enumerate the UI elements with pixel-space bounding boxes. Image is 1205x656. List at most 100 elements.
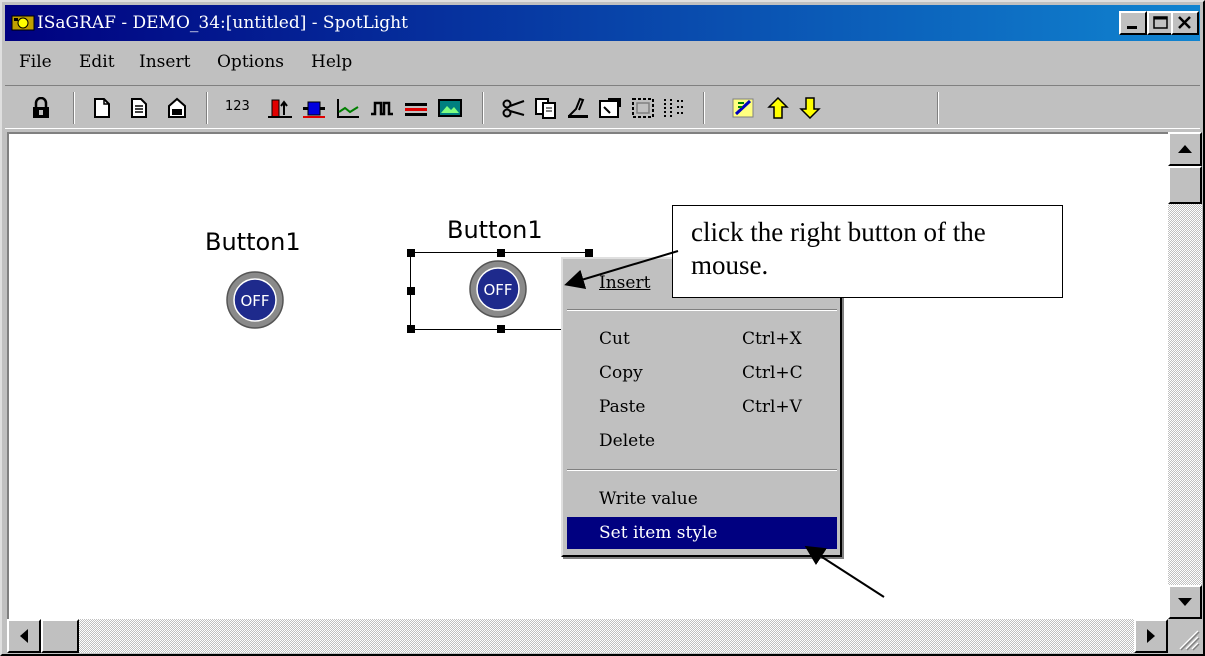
grid-icon xyxy=(664,99,685,117)
bar-graph-button[interactable] xyxy=(265,93,295,123)
resize-handle[interactable] xyxy=(497,249,505,257)
menu-item-label: Set item style xyxy=(599,523,718,543)
save-document-icon xyxy=(168,97,186,118)
off-button-state: OFF xyxy=(483,281,512,299)
lock-icon xyxy=(33,97,49,118)
open-document-icon xyxy=(131,98,147,118)
paste-button[interactable] xyxy=(563,93,593,123)
horizontal-bars-button[interactable] xyxy=(401,93,431,123)
menu-insert[interactable]: Insert xyxy=(139,52,190,72)
select-area-button[interactable] xyxy=(628,93,658,123)
menu-item-label: Insert xyxy=(599,273,651,293)
menu-item-shortcut: Ctrl+V xyxy=(742,397,802,417)
minimize-button[interactable] xyxy=(1119,11,1147,35)
close-icon xyxy=(1178,16,1191,29)
arrow-right-icon xyxy=(1147,629,1155,643)
arrow-left-icon xyxy=(20,629,28,643)
menu-item-label: Copy xyxy=(599,363,643,383)
context-menu-set-item-style[interactable]: Set item style xyxy=(567,517,837,549)
button-label-selected: Button1 xyxy=(447,216,543,244)
off-button-widget-selected[interactable]: OFF xyxy=(468,259,528,319)
picture-button[interactable] xyxy=(435,93,465,123)
properties-button[interactable] xyxy=(595,93,625,123)
picture-icon xyxy=(438,99,462,117)
copy-button[interactable] xyxy=(531,93,561,123)
size-grip-icon xyxy=(1179,630,1200,651)
save-document-button[interactable] xyxy=(163,93,193,123)
window-title: ISaGRAF - DEMO_34:[untitled] - SpotLight xyxy=(37,13,408,33)
context-menu-copy[interactable]: Copy Ctrl+C xyxy=(567,357,837,389)
size-grip[interactable] xyxy=(1168,619,1202,653)
properties-icon xyxy=(599,98,621,118)
off-button-state: OFF xyxy=(240,292,269,310)
vertical-scroll-thumb[interactable] xyxy=(1168,166,1202,204)
menu-item-label: Paste xyxy=(599,397,646,417)
menu-separator xyxy=(567,309,837,311)
minimize-icon xyxy=(1127,26,1137,29)
slider-icon xyxy=(303,101,325,118)
scroll-left-button[interactable] xyxy=(7,619,41,653)
bring-forward-button[interactable] xyxy=(763,93,793,123)
toolbar-separator xyxy=(73,92,75,124)
title-bar[interactable]: ISaGRAF - DEMO_34:[untitled] - SpotLight xyxy=(5,5,1200,41)
lock-button[interactable] xyxy=(27,93,57,123)
open-document-button[interactable] xyxy=(125,93,155,123)
arrow-down-icon xyxy=(1178,598,1192,606)
toolbar: 123 xyxy=(5,85,1200,129)
scroll-up-button[interactable] xyxy=(1168,132,1202,166)
numeric-value-icon: 123 xyxy=(225,99,250,114)
paste-icon xyxy=(568,97,588,118)
new-document-button[interactable] xyxy=(88,93,118,123)
slider-button[interactable] xyxy=(299,93,329,123)
resize-handle[interactable] xyxy=(407,287,415,295)
callout-text: click the right button of the mouse. xyxy=(691,217,986,280)
resize-handle[interactable] xyxy=(497,325,505,333)
toolbar-separator xyxy=(206,92,208,124)
new-document-icon xyxy=(94,98,110,118)
numeric-value-button[interactable]: 123 xyxy=(223,93,261,123)
resize-handle[interactable] xyxy=(585,249,593,257)
menu-edit[interactable]: Edit xyxy=(79,52,115,72)
menu-item-label: Write value xyxy=(599,489,698,509)
menu-options[interactable]: Options xyxy=(217,52,284,72)
menu-item-label: Delete xyxy=(599,431,656,451)
cut-button[interactable] xyxy=(499,93,529,123)
context-menu: Insert Cut Ctrl+X Copy Ctrl+C Paste Ctrl… xyxy=(561,257,842,557)
menu-file[interactable]: File xyxy=(19,52,52,72)
grid-button[interactable] xyxy=(660,93,690,123)
horizontal-scroll-thumb[interactable] xyxy=(41,619,79,653)
off-button-widget[interactable]: OFF xyxy=(225,270,285,330)
send-backward-icon xyxy=(799,97,821,119)
trend-button[interactable] xyxy=(333,93,363,123)
toolbar-separator xyxy=(937,92,939,124)
vertical-scrollbar[interactable] xyxy=(1168,132,1202,619)
resize-handle[interactable] xyxy=(407,325,415,333)
toolbar-separator xyxy=(703,92,705,124)
context-menu-paste[interactable]: Paste Ctrl+V xyxy=(567,391,837,423)
resize-handle[interactable] xyxy=(407,249,415,257)
horizontal-scrollbar[interactable] xyxy=(7,619,1168,653)
select-area-icon xyxy=(632,98,654,118)
scroll-down-button[interactable] xyxy=(1168,585,1202,619)
menu-separator xyxy=(567,469,837,471)
context-menu-write-value[interactable]: Write value xyxy=(567,483,837,515)
bar-graph-icon xyxy=(268,99,292,118)
menu-item-label: Cut xyxy=(599,329,630,349)
isagraf-app-icon xyxy=(11,15,35,31)
menu-help[interactable]: Help xyxy=(311,52,352,72)
instruction-callout: click the right button of the mouse. xyxy=(672,205,1063,298)
digital-signal-button[interactable] xyxy=(367,93,397,123)
scroll-right-button[interactable] xyxy=(1134,619,1168,653)
bring-forward-icon xyxy=(767,97,789,119)
trend-icon xyxy=(337,99,359,118)
context-menu-cut[interactable]: Cut Ctrl+X xyxy=(567,323,837,355)
edit-button[interactable] xyxy=(729,93,759,123)
arrow-up-icon xyxy=(1178,145,1192,153)
menu-item-shortcut: Ctrl+C xyxy=(742,363,803,383)
menu-bar: File Edit Insert Options Help xyxy=(5,44,1200,82)
send-backward-button[interactable] xyxy=(795,93,825,123)
context-menu-delete[interactable]: Delete xyxy=(567,425,837,457)
digital-signal-icon xyxy=(371,101,393,116)
menu-item-shortcut: Ctrl+X xyxy=(742,329,802,349)
close-button[interactable] xyxy=(1171,11,1199,35)
